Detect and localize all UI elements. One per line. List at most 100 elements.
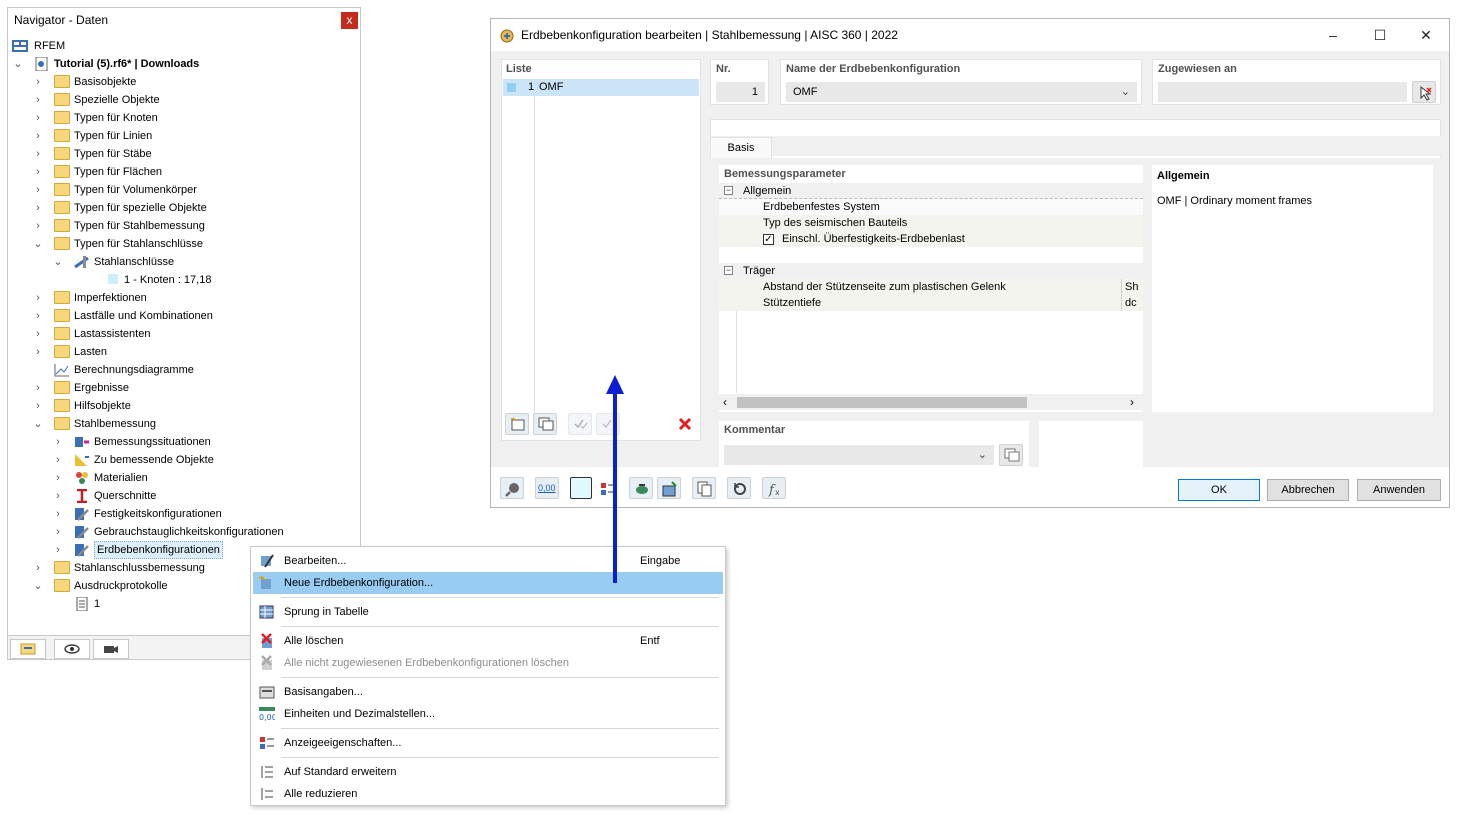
menu-item-edit[interactable]: Bearbeiten... Eingabe	[253, 550, 723, 572]
list-item[interactable]: 1 OMF	[503, 79, 699, 96]
tree-item-typen-stahlbemessung[interactable]: › Typen für Stahlbemessung	[32, 217, 356, 235]
menu-item-display-properties[interactable]: Anzeigeeigenschaften...	[253, 732, 723, 754]
navigator-close-button[interactable]: x	[341, 12, 358, 29]
chevron-right-icon[interactable]: ›	[32, 379, 44, 397]
chevron-right-icon[interactable]: ›	[32, 307, 44, 325]
cancel-button[interactable]: Abbrechen	[1267, 479, 1349, 501]
menu-item-base-data[interactable]: Basisangaben...	[253, 681, 723, 703]
chevron-down-icon[interactable]: ⌄	[32, 415, 44, 433]
chevron-right-icon[interactable]: ›	[32, 163, 44, 181]
formula-icon[interactable]: fx	[762, 477, 786, 499]
chevron-right-icon[interactable]: ›	[52, 469, 64, 487]
new-item-button[interactable]	[505, 413, 529, 435]
tree-item-spezielle-objekte[interactable]: › Spezielle Objekte	[32, 91, 356, 109]
chevron-right-icon[interactable]: ›	[52, 433, 64, 451]
menu-item-expand[interactable]: Auf Standard erweitern	[253, 761, 723, 783]
comment-select[interactable]: ⌄	[724, 445, 994, 465]
chevron-right-icon[interactable]: ›	[52, 541, 64, 559]
tree-item-stahlbemessung[interactable]: ⌄ Stahlbemessung	[32, 415, 356, 433]
tree-item-lastfaelle[interactable]: › Lastfälle und Kombinationen	[32, 307, 356, 325]
chevron-down-icon[interactable]: ⌄	[32, 235, 44, 253]
chevron-right-icon[interactable]: ›	[52, 505, 64, 523]
chevron-right-icon[interactable]: ›	[32, 127, 44, 145]
menu-item-collapse[interactable]: Alle reduzieren	[253, 783, 723, 805]
tree-item-basisobjekte[interactable]: › Basisobjekte	[32, 73, 356, 91]
tree-item-typen-flaechen[interactable]: › Typen für Flächen	[32, 163, 356, 181]
tree-item-lasten[interactable]: › Lasten	[32, 343, 356, 361]
chevron-down-icon[interactable]: ⌄	[12, 55, 24, 73]
tab-basis[interactable]: Basis	[710, 137, 772, 158]
minimize-icon[interactable]: –	[1310, 23, 1356, 47]
color-button[interactable]	[570, 477, 592, 499]
tree-item-querschnitte[interactable]: › Querschnitte	[52, 487, 356, 505]
chevron-right-icon[interactable]: ›	[32, 91, 44, 109]
import-icon[interactable]	[657, 477, 681, 499]
chevron-right-icon[interactable]: ›	[52, 451, 64, 469]
chevron-right-icon[interactable]: ›	[32, 145, 44, 163]
tree-item-stahlanschluesse[interactable]: ⌄ Stahlanschlüsse	[52, 253, 356, 271]
scrollbar-thumb[interactable]	[737, 397, 1027, 408]
chevron-right-icon[interactable]: ›	[32, 289, 44, 307]
apply-button[interactable]: Anwenden	[1357, 479, 1441, 501]
param-row[interactable]: Stützentiefe dc	[719, 295, 1143, 311]
chevron-right-icon[interactable]: ›	[52, 523, 64, 541]
check-all-button[interactable]	[568, 413, 592, 435]
tree-item-typen-volumenkoerper[interactable]: › Typen für Volumenkörper	[32, 181, 356, 199]
delete-button[interactable]	[672, 413, 696, 435]
chevron-right-icon[interactable]: ›	[52, 487, 64, 505]
param-group-allgemein[interactable]: − Allgemein	[719, 183, 1143, 199]
reset-icon[interactable]	[727, 477, 751, 499]
tree-item-knoten-17-18[interactable]: 1 - Knoten : 17,18	[72, 271, 356, 289]
horizontal-scrollbar[interactable]: ‹ ›	[719, 394, 1143, 410]
model-check-icon[interactable]	[629, 477, 653, 499]
maximize-icon[interactable]: ☐	[1357, 23, 1403, 47]
tree-item-materialien[interactable]: › Materialien	[52, 469, 356, 487]
tree-item-festigkeitskonfigurationen[interactable]: › Festigkeitskonfigurationen	[52, 505, 356, 523]
menu-item-units[interactable]: 0,00 Einheiten und Dezimalstellen...	[253, 703, 723, 725]
tree-item-typen-linien[interactable]: › Typen für Linien	[32, 127, 356, 145]
tree-item-typen-spezielle-objekte[interactable]: › Typen für spezielle Objekte	[32, 199, 356, 217]
copy-icon[interactable]	[692, 477, 716, 499]
units-decimals-button[interactable]: 0,00	[535, 477, 559, 499]
nr-field[interactable]: 1	[716, 82, 765, 102]
chevron-right-icon[interactable]: ›	[32, 73, 44, 91]
close-icon[interactable]: ✕	[1403, 23, 1449, 47]
tree-item-model[interactable]: ⌄ Tutorial (5).rf6* | Downloads	[12, 55, 352, 73]
menu-item-jump-table[interactable]: Sprung in Tabelle	[253, 601, 723, 623]
param-row[interactable]: ✓ Einschl. Überfestigkeits-Erdbebenlast	[719, 231, 1143, 247]
tab-view[interactable]	[54, 639, 90, 659]
chevron-right-icon[interactable]: ›	[32, 217, 44, 235]
tree-item-zu-bemessende-objekte[interactable]: › Zu bemessende Objekte	[52, 451, 356, 469]
chevron-right-icon[interactable]: ›	[32, 199, 44, 217]
tree-item-imperfektionen[interactable]: › Imperfektionen	[32, 289, 356, 307]
collapse-icon[interactable]: −	[724, 186, 733, 195]
tree-item-berechnungsdiagramme[interactable]: Berechnungsdiagramme	[32, 361, 356, 379]
chevron-right-icon[interactable]: ›	[32, 397, 44, 415]
menu-item-delete-unassigned[interactable]: Alle nicht zugewiesenen Erdbebenkonfigur…	[253, 652, 723, 674]
chevron-down-icon[interactable]: ⌄	[52, 253, 64, 271]
copy-item-button[interactable]	[533, 413, 557, 435]
name-select[interactable]: OMF ⌄	[786, 82, 1137, 102]
scroll-right-icon[interactable]: ›	[1130, 394, 1134, 410]
param-row[interactable]: Abstand der Stützenseite zum plastischen…	[719, 279, 1143, 295]
ok-button[interactable]: OK	[1178, 479, 1260, 501]
chevron-right-icon[interactable]: ›	[32, 325, 44, 343]
collapse-icon[interactable]: −	[724, 266, 733, 275]
chevron-right-icon[interactable]: ›	[32, 559, 44, 577]
param-group-traeger[interactable]: − Träger	[719, 263, 1143, 279]
tree-item-hilfsobjekte[interactable]: › Hilfsobjekte	[32, 397, 356, 415]
tree-item-lastassistenten[interactable]: › Lastassistenten	[32, 325, 356, 343]
tab-data[interactable]	[10, 639, 46, 659]
tree-item-rfem[interactable]: RFEM	[12, 37, 352, 55]
chevron-right-icon[interactable]: ›	[32, 109, 44, 127]
checkbox-checked[interactable]: ✓	[763, 234, 774, 245]
chevron-right-icon[interactable]: ›	[32, 343, 44, 361]
assigned-field[interactable]	[1158, 82, 1407, 102]
tree-item-bemessungssituationen[interactable]: › Bemessungssituationen	[52, 433, 356, 451]
search-icon[interactable]	[500, 477, 524, 499]
param-row[interactable]: Erdbebenfestes System	[719, 199, 1143, 215]
chevron-right-icon[interactable]: ›	[32, 181, 44, 199]
menu-item-delete-all[interactable]: Alle löschen Entf	[253, 630, 723, 652]
tree-item-typen-stahlanschluesse[interactable]: ⌄ Typen für Stahlanschlüsse	[32, 235, 356, 253]
tab-camera[interactable]	[93, 639, 129, 659]
